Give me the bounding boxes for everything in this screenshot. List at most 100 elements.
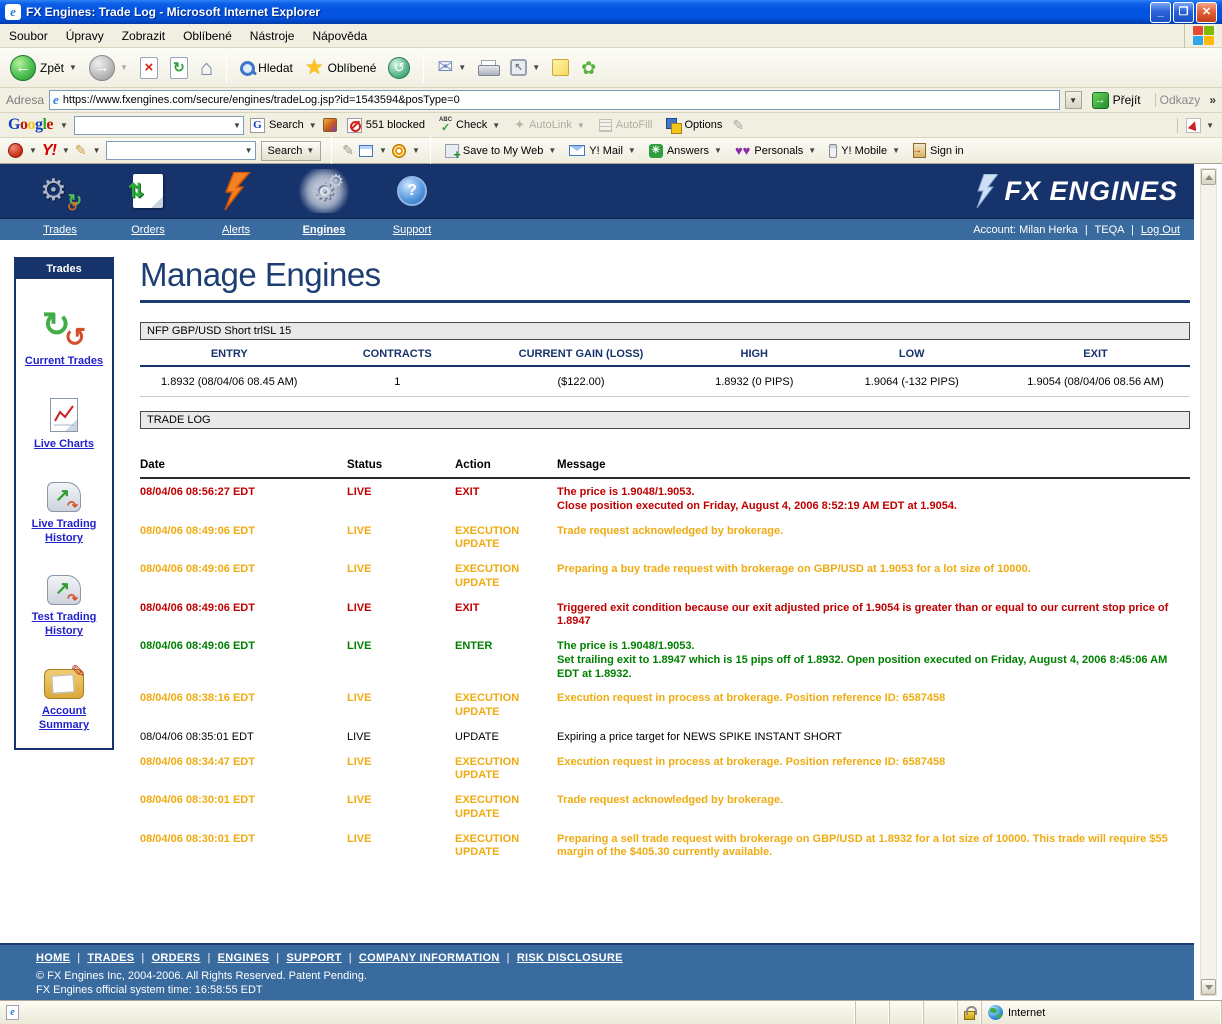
minimize-button[interactable]: _ <box>1150 1 1171 23</box>
nav-icon-trades[interactable]: ⚙ ↻ ↺ <box>16 169 104 214</box>
sidebar-item-live-charts[interactable]: Live Charts <box>16 398 112 451</box>
footer-link-home[interactable]: HOME <box>36 952 70 964</box>
nav-tab-alerts[interactable]: Alerts <box>192 224 280 236</box>
yahoo-pen-icon[interactable]: ✎ <box>342 142 354 159</box>
yahoo-answers-dropdown-icon[interactable]: ▼ <box>714 146 722 155</box>
google-search-button[interactable]: G Search ▼ <box>249 117 317 133</box>
yahoo-input-dropdown-icon[interactable]: ▼ <box>245 146 253 155</box>
nav-icon-alerts[interactable] <box>192 169 280 213</box>
menu-oblibene[interactable]: Oblíbené <box>174 25 241 47</box>
vertical-scrollbar[interactable] <box>1200 168 1217 996</box>
yahoo-logo-dropdown-icon[interactable]: ▼ <box>62 146 70 155</box>
yahoo-mail-dropdown-icon[interactable]: ▼ <box>628 146 636 155</box>
address-input[interactable]: e https://www.fxengines.com/secure/engin… <box>49 90 1060 110</box>
links-chevron-icon[interactable]: » <box>1209 93 1216 107</box>
footer-link-company-information[interactable]: COMPANY INFORMATION <box>342 952 500 964</box>
nav-tab-orders[interactable]: Orders <box>104 224 192 236</box>
footer-link-orders[interactable]: ORDERS <box>134 952 201 964</box>
favorites-button[interactable]: ★ Oblíbené <box>301 55 381 80</box>
yahoo-compose-icon[interactable]: ✎ <box>75 142 87 159</box>
yahoo-tabs-icon[interactable] <box>359 144 374 157</box>
yahoo-compose-dropdown-icon[interactable]: ▼ <box>93 146 101 155</box>
autolink-button[interactable]: ✦ AutoLink ▼ <box>510 115 589 135</box>
yahoo-tabs-dropdown-icon[interactable]: ▼ <box>379 146 387 155</box>
mail-icon: ✉ <box>437 57 454 78</box>
yahoo-bullseye-dropdown-icon[interactable]: ▼ <box>412 146 420 155</box>
sidebar-item-test-trading-history[interactable]: ↗ ↷ Test Trading History <box>16 575 112 639</box>
links-label[interactable]: Odkazy <box>1154 93 1205 107</box>
logout-link[interactable]: Log Out <box>1141 224 1180 236</box>
nav-icon-orders[interactable]: ⇅ <box>104 169 192 213</box>
pagerank-icon[interactable] <box>322 118 337 132</box>
home-button[interactable]: ⌂ <box>196 55 217 81</box>
sidebar-item-current-trades[interactable]: ↻ ↺ Current Trades <box>16 306 112 368</box>
back-button[interactable]: ← Zpět ▼ <box>6 53 81 83</box>
address-dropdown-icon[interactable]: ▼ <box>1064 91 1082 109</box>
yahoo-search-input[interactable]: ▼ <box>105 141 256 160</box>
menu-soubor[interactable]: Soubor <box>0 25 57 47</box>
nav-icon-support[interactable]: ? <box>368 169 456 213</box>
yahoo-mobile-dropdown-icon[interactable]: ▼ <box>892 146 900 155</box>
footer-link-risk-disclosure[interactable]: RISK DISCLOSURE <box>500 952 623 964</box>
footer-link-engines[interactable]: ENGINES <box>200 952 269 964</box>
resize-dropdown-icon[interactable]: ▼ <box>532 63 540 72</box>
sidebar-item-account-summary[interactable]: ✎ Account Summary <box>16 662 112 733</box>
nav-tab-support[interactable]: Support <box>368 224 456 236</box>
refresh-button[interactable]: ↻ <box>166 55 192 81</box>
menu-napoveda[interactable]: Nápověda <box>303 25 376 47</box>
save-to-my-web-button[interactable]: Save to My Web ▼ <box>441 142 560 162</box>
yahoo-search-dropdown-icon[interactable]: ▼ <box>306 146 314 155</box>
yahoo-signin-button[interactable]: Sign in <box>909 141 968 160</box>
footer-link-support[interactable]: SUPPORT <box>269 952 341 964</box>
google-search-input[interactable]: ▼ <box>73 115 244 135</box>
icq-button[interactable]: ✿ <box>577 57 600 79</box>
mail-button[interactable]: ✉ ▼ <box>433 56 470 79</box>
yahoo-personals-button[interactable]: ♥♥ Personals ▼ <box>731 141 820 160</box>
nav-tab-engines[interactable]: Engines <box>280 224 368 236</box>
autofill-button[interactable]: AutoFill <box>595 117 657 134</box>
back-dropdown-icon[interactable]: ▼ <box>69 63 77 72</box>
adobe-pdf-icon[interactable] <box>1186 117 1202 133</box>
mail-dropdown-icon[interactable]: ▼ <box>458 63 466 72</box>
popup-blocked-button[interactable]: 551 blocked <box>343 116 429 135</box>
google-logo-dropdown-icon[interactable]: ▼ <box>60 121 68 130</box>
yahoo-mobile-button[interactable]: Y! Mobile ▼ <box>825 142 904 160</box>
yahoo-search-button[interactable]: Search ▼ <box>260 140 322 161</box>
restore-button[interactable]: ❐ <box>1173 1 1194 23</box>
adobe-pdf-dropdown-icon[interactable]: ▼ <box>1206 121 1214 130</box>
footer-link-trades[interactable]: TRADES <box>70 952 134 964</box>
google-logo[interactable]: Google <box>8 116 53 134</box>
yahoo-mail-button[interactable]: Y! Mail ▼ <box>565 143 640 159</box>
stop-button[interactable]: × <box>136 55 162 81</box>
notes-button[interactable] <box>548 57 573 78</box>
yahoo-messenger-dropdown-icon[interactable]: ▼ <box>29 146 37 155</box>
yahoo-messenger-icon[interactable] <box>8 143 23 158</box>
yahoo-personals-dropdown-icon[interactable]: ▼ <box>808 146 816 155</box>
menu-zobrazit[interactable]: Zobrazit <box>113 25 174 47</box>
yahoo-bullseye-icon[interactable] <box>391 143 406 158</box>
scroll-down-button[interactable] <box>1201 979 1216 995</box>
search-button[interactable]: Hledat <box>236 59 297 77</box>
resize-button[interactable]: ↖ ▼ <box>506 57 544 78</box>
options-button[interactable]: Options <box>662 116 726 134</box>
menu-upravy[interactable]: Úpravy <box>57 25 113 47</box>
spellcheck-button[interactable]: ABC ✓ Check ▼ <box>435 115 504 136</box>
nav-tab-trades[interactable]: Trades <box>16 224 104 236</box>
forward-dropdown-icon[interactable]: ▼ <box>120 63 128 72</box>
google-search-dropdown-icon[interactable]: ▼ <box>309 121 317 130</box>
menu-nastroje[interactable]: Nástroje <box>241 25 304 47</box>
nav-icon-engines[interactable]: ⚙ ⚙ <box>280 169 368 213</box>
yahoo-answers-button[interactable]: ✳ Answers ▼ <box>645 142 726 160</box>
google-input-dropdown-icon[interactable]: ▼ <box>233 121 241 130</box>
highlighter-icon[interactable]: ✎ <box>732 117 744 134</box>
print-button[interactable] <box>474 58 502 78</box>
save-dropdown-icon[interactable]: ▼ <box>548 146 556 155</box>
sidebar-item-live-trading-history[interactable]: ↗ ↷ Live Trading History <box>16 481 112 546</box>
close-button[interactable]: ✕ <box>1196 1 1217 23</box>
go-button[interactable]: → Přejít <box>1087 91 1146 110</box>
spellcheck-dropdown-icon[interactable]: ▼ <box>492 121 500 130</box>
scroll-up-button[interactable] <box>1201 169 1216 185</box>
forward-button[interactable]: → ▼ <box>85 53 132 83</box>
history-button[interactable]: ↺ <box>384 55 414 81</box>
yahoo-logo[interactable]: Y! <box>42 142 57 160</box>
